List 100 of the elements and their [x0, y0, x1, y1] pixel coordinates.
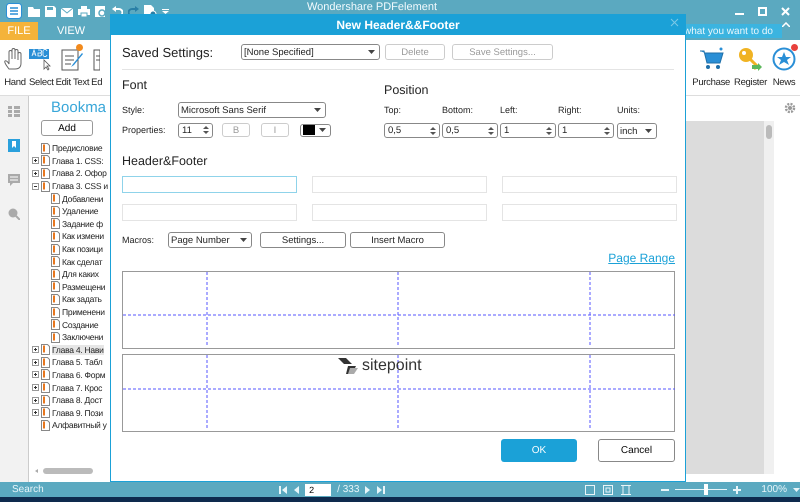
- preview-icon[interactable]: [95, 6, 107, 16]
- spin-arrows-icon: [546, 126, 552, 136]
- units-dropdown[interactable]: inch: [617, 123, 657, 139]
- slider-thumb[interactable]: [704, 484, 708, 495]
- tool-button[interactable]: Select: [28, 47, 55, 88]
- tool-button[interactable]: Ed: [90, 47, 104, 88]
- window-title: Wondershare PDFelement: [307, 1, 438, 13]
- bookmark-item[interactable]: Глава 5. Табл: [52, 357, 103, 368]
- bookmark-item[interactable]: Заключени: [62, 332, 104, 342]
- header-footer-field[interactable]: [312, 204, 487, 221]
- caret-icon: [240, 238, 247, 242]
- field-label: Top:: [384, 105, 402, 115]
- expand-toggle-icon[interactable]: [32, 384, 39, 392]
- previous-page-icon[interactable]: [293, 486, 300, 494]
- bookmark-item[interactable]: Алфавитный у: [52, 420, 107, 430]
- margin-field[interactable]: 1: [558, 123, 614, 138]
- bookmark-item[interactable]: Предисловие: [52, 143, 102, 154]
- tool-button[interactable]: Hand: [2, 47, 28, 88]
- macro-dropdown[interactable]: Page Number: [168, 232, 252, 248]
- color-picker[interactable]: [300, 124, 331, 136]
- last-page-icon[interactable]: [377, 486, 386, 494]
- font-dropdown[interactable]: Microsoft Sans Serif: [178, 102, 326, 118]
- expand-toggle-icon[interactable]: [32, 396, 39, 404]
- document-icon: [41, 394, 50, 406]
- dialog-title: New Header&&Footer: [336, 18, 460, 32]
- expand-toggle-icon[interactable]: [32, 358, 39, 366]
- expand-toggle-icon[interactable]: [32, 371, 39, 378]
- bookmark-item[interactable]: Глава 2. Офор: [52, 168, 107, 178]
- saved-settings-dropdown[interactable]: [None Specified]: [241, 44, 380, 60]
- thumbnails-tab[interactable]: [6, 104, 22, 119]
- bookmark-item[interactable]: Глава 7. Крос: [52, 382, 102, 393]
- collapse-toggle-icon[interactable]: [32, 182, 39, 190]
- first-page-icon[interactable]: [279, 486, 288, 494]
- field-label: Properties:: [122, 125, 167, 135]
- expand-toggle-icon[interactable]: [32, 346, 39, 354]
- margin-field[interactable]: 0,5: [442, 123, 498, 138]
- bookmark-item[interactable]: Глава 3. CSS и: [52, 181, 108, 192]
- zoom-in-icon[interactable]: [733, 486, 742, 494]
- next-page-icon[interactable]: [365, 486, 372, 494]
- close-icon[interactable]: [781, 6, 790, 16]
- spin-arrows-icon: [604, 126, 610, 136]
- dropdown-icon[interactable]: [162, 8, 169, 14]
- insert-macro-button[interactable]: Insert Macro: [350, 232, 445, 248]
- add-button[interactable]: Add: [41, 120, 93, 136]
- folder-icon[interactable]: [28, 6, 40, 16]
- margin-field[interactable]: 0,5: [384, 123, 440, 138]
- page-number-field[interactable]: 2: [305, 484, 332, 496]
- bookmark-item[interactable]: Как измени: [62, 231, 104, 242]
- comments-tab[interactable]: [6, 172, 22, 188]
- bookmark-item[interactable]: Размещени: [62, 282, 106, 292]
- tool-button[interactable]: News: [770, 47, 798, 88]
- tool-button[interactable]: Register: [733, 47, 768, 88]
- bookmark-item[interactable]: Как позици: [62, 244, 103, 254]
- envelope-icon[interactable]: [61, 6, 73, 16]
- tool-button[interactable]: Edit Text: [54, 47, 90, 88]
- bookmark-item[interactable]: Глава 8. Дост: [52, 395, 102, 406]
- expand-toggle-icon[interactable]: [32, 170, 39, 177]
- search-tab[interactable]: [6, 206, 22, 222]
- maximize-icon[interactable]: [758, 6, 767, 16]
- bookmark-item[interactable]: Добавлени: [62, 194, 104, 204]
- bookmark-item[interactable]: Применени: [62, 307, 105, 318]
- document-icon: [41, 369, 50, 380]
- bookmark-item[interactable]: Глава 4. Нави: [52, 344, 104, 355]
- document-icon: [51, 218, 60, 230]
- dropdown-icon[interactable]: [793, 488, 800, 492]
- bookmark-item[interactable]: Для каких: [62, 269, 99, 280]
- margin-field[interactable]: 1: [500, 123, 556, 138]
- collapse-icon[interactable]: [782, 22, 790, 27]
- undo-icon[interactable]: [112, 6, 123, 16]
- menu-icon[interactable]: [6, 3, 22, 19]
- settings-icon[interactable]: [784, 102, 796, 114]
- header-footer-field[interactable]: [122, 204, 297, 221]
- bookmarks-tab[interactable]: [6, 137, 22, 154]
- bookmark-item[interactable]: Задание ф: [62, 218, 103, 229]
- expand-toggle-icon[interactable]: [32, 409, 39, 416]
- close-button[interactable]: [670, 18, 679, 27]
- bookmark-item[interactable]: Удаление: [62, 206, 98, 216]
- fit-page-icon[interactable]: [603, 484, 614, 494]
- tool-button[interactable]: Purchase: [691, 47, 732, 88]
- single-page-icon[interactable]: [585, 484, 596, 494]
- search-label: Search: [12, 484, 45, 495]
- save-icon[interactable]: [45, 6, 56, 16]
- font-size-field[interactable]: 11: [178, 122, 213, 138]
- bookmark-item[interactable]: Как задать: [62, 294, 102, 304]
- header-footer-field[interactable]: [502, 204, 677, 221]
- expand-toggle-icon[interactable]: [32, 157, 39, 164]
- bookmark-item[interactable]: Создание: [62, 320, 98, 330]
- bookmark-item[interactable]: Глава 6. Форм: [52, 370, 106, 380]
- header-footer-field[interactable]: [502, 176, 677, 193]
- bookmark-item[interactable]: Глава 9. Пози: [52, 408, 103, 418]
- bookmark-item[interactable]: Глава 1. CSS:: [52, 156, 104, 166]
- print-icon[interactable]: [78, 6, 90, 16]
- header-footer-field[interactable]: [122, 176, 297, 193]
- bookmark-item[interactable]: Как сделат: [62, 256, 102, 267]
- cancel-button[interactable]: Cancel: [598, 439, 675, 462]
- header-footer-field[interactable]: [312, 176, 487, 193]
- fit-width-icon[interactable]: [621, 484, 632, 494]
- caret-icon: [368, 50, 375, 54]
- settings-button[interactable]: Settings...: [260, 232, 346, 248]
- document-icon: [51, 244, 60, 255]
